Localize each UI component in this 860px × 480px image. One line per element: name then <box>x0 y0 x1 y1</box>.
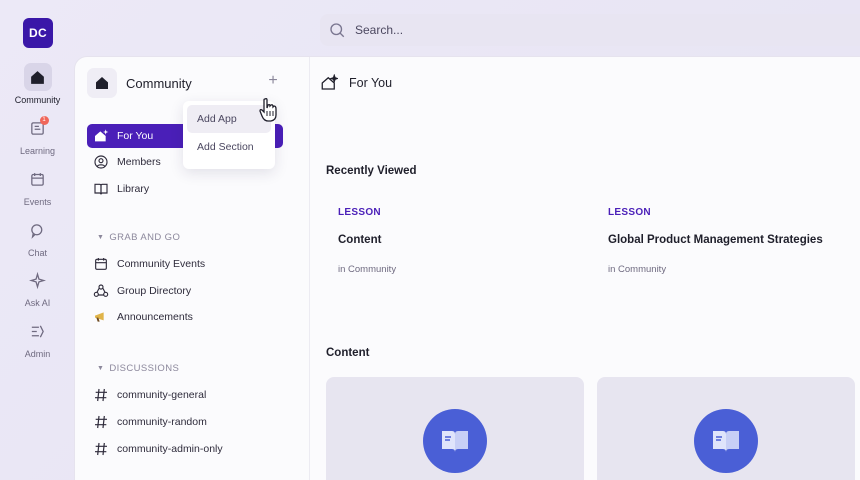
nav-item-label: Community Events <box>117 258 206 270</box>
community-header[interactable]: Community <box>87 68 192 98</box>
search-icon <box>330 23 345 38</box>
section-title: GRAB AND GO <box>109 232 181 243</box>
sparkle-home-icon <box>95 129 109 142</box>
rail-item-learning[interactable]: 1 Learning <box>0 114 75 156</box>
nav-item-group-directory[interactable]: Group Directory <box>87 279 283 303</box>
nav-item-library[interactable]: Library <box>87 177 283 201</box>
section-header-discussions[interactable]: ▼ DISCUSSIONS <box>97 363 179 374</box>
nav-item-label: Library <box>117 183 150 195</box>
caret-down-icon: ▼ <box>97 234 105 241</box>
page-header: For You <box>320 74 392 92</box>
nav-item-label: community-general <box>117 389 207 401</box>
content-tile[interactable] <box>326 377 584 480</box>
recent-location: in Community <box>608 264 667 275</box>
content-tile[interactable] <box>597 377 855 480</box>
main-panel: Community + For You Members Library ▼ GR… <box>75 57 860 480</box>
rail-item-label: Admin <box>24 349 51 359</box>
nav-item-label: community-random <box>117 416 207 428</box>
rail-item-label: Chat <box>27 248 47 258</box>
calendar-icon <box>24 165 52 193</box>
chat-icon <box>24 216 52 244</box>
content-section-title: Content <box>326 347 370 359</box>
section-header-grab-and-go[interactable]: ▼ GRAB AND GO <box>97 232 180 243</box>
notification-badge: 1 <box>39 116 49 125</box>
app-rail: DC Community 1 Learning Events Chat Ask … <box>0 0 75 480</box>
book-icon: 1 <box>24 114 52 142</box>
rail-item-ask-ai[interactable]: Ask AI <box>0 266 75 308</box>
menu-item-add-section[interactable]: Add Section <box>187 133 271 161</box>
hash-icon <box>95 442 107 456</box>
group-icon <box>93 284 109 297</box>
search-placeholder: Search... <box>355 23 404 37</box>
rail-item-events[interactable]: Events <box>0 165 75 207</box>
sparkle-home-icon <box>321 74 338 90</box>
book-open-icon <box>94 183 108 195</box>
rail-item-label: Ask AI <box>24 298 51 308</box>
book-icon <box>694 409 758 473</box>
nav-item-community-general[interactable]: community-general <box>87 383 283 407</box>
recent-card[interactable]: LESSON Global Product Management Strateg… <box>608 207 823 275</box>
nav-item-announcements[interactable]: Announcements <box>87 305 283 329</box>
recent-card[interactable]: LESSON Content in Community <box>338 207 396 275</box>
nav-item-label: community-admin-only <box>117 443 223 455</box>
add-button[interactable]: + <box>265 73 281 90</box>
for-you-content: For You Recently Viewed LESSON Content i… <box>320 57 860 480</box>
recently-viewed-title: Recently Viewed <box>326 165 417 177</box>
rail-item-label: Events <box>23 197 52 207</box>
rail-item-chat[interactable]: Chat <box>0 216 75 258</box>
global-search[interactable]: Search... <box>320 14 860 46</box>
recent-location: in Community <box>338 264 397 275</box>
nav-item-community-random[interactable]: community-random <box>87 410 283 434</box>
nav-item-community-admin-only[interactable]: community-admin-only <box>87 437 283 461</box>
user-icon <box>94 155 108 169</box>
home-icon <box>23 63 52 91</box>
hash-icon <box>95 388 107 402</box>
admin-icon <box>24 317 52 345</box>
home-icon <box>87 68 117 98</box>
community-title: Community <box>126 75 192 91</box>
community-sidebar: Community + For You Members Library ▼ GR… <box>75 57 310 480</box>
hand-cursor-icon <box>259 98 277 122</box>
recent-name: Global Product Management Strategies <box>608 234 823 246</box>
rail-item-community[interactable]: Community <box>0 63 75 105</box>
rail-item-label: Community <box>14 95 61 105</box>
nav-item-label: Announcements <box>117 311 193 323</box>
caret-down-icon: ▼ <box>97 365 105 372</box>
rail-item-label: Learning <box>19 146 56 156</box>
nav-item-community-events[interactable]: Community Events <box>87 252 283 276</box>
recent-name: Content <box>338 234 382 246</box>
calendar-icon <box>95 258 107 270</box>
nav-item-label: For You <box>117 130 154 142</box>
rail-item-admin[interactable]: Admin <box>0 317 75 359</box>
megaphone-icon <box>95 312 104 322</box>
nav-item-label: Group Directory <box>117 285 192 297</box>
recent-kind: LESSON <box>338 207 381 218</box>
hash-icon <box>95 415 107 429</box>
sparkle-icon <box>24 266 52 294</box>
book-icon <box>423 409 487 473</box>
nav-item-label: Members <box>117 156 161 168</box>
page-title: For You <box>349 76 393 90</box>
recent-kind: LESSON <box>608 207 651 218</box>
section-title: DISCUSSIONS <box>109 363 180 374</box>
workspace-avatar[interactable]: DC <box>23 18 53 48</box>
